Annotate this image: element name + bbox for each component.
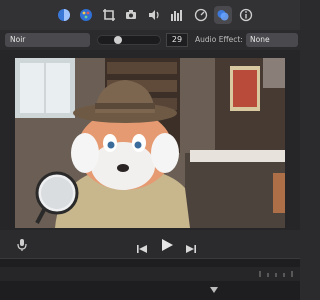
crop-icon[interactable] <box>100 6 118 24</box>
speed-icon[interactable] <box>192 6 210 24</box>
audio-effect-label: Audio Effect: <box>195 35 243 44</box>
volume-icon[interactable] <box>145 6 163 24</box>
video-preview <box>15 58 285 228</box>
stabilization-icon[interactable] <box>122 6 140 24</box>
play-icon[interactable] <box>160 237 174 251</box>
timeline-ticks <box>259 271 293 277</box>
audio-effect-select[interactable]: None <box>246 33 298 47</box>
color-correction-icon[interactable] <box>77 6 95 24</box>
filter-controls: Noir 29 Audio Effect: None <box>0 30 300 50</box>
filter-intensity-value[interactable]: 29 <box>166 33 188 47</box>
equalizer-icon[interactable] <box>168 6 186 24</box>
microphone-icon[interactable] <box>16 237 28 251</box>
timeline[interactable] <box>0 258 300 300</box>
slider-knob[interactable] <box>114 36 122 44</box>
playhead-marker-icon[interactable] <box>210 287 218 295</box>
video-frame <box>15 58 285 228</box>
clip-filter-select[interactable]: Noir <box>5 33 90 47</box>
color-balance-icon[interactable] <box>55 6 73 24</box>
clip-filter-icon[interactable] <box>214 6 232 24</box>
timeline-ruler <box>0 267 300 281</box>
skip-forward-icon[interactable] <box>185 239 197 253</box>
inspector-toolbar <box>0 0 300 30</box>
skip-back-icon[interactable] <box>136 239 148 253</box>
playback-bar <box>0 230 300 258</box>
filter-intensity-slider[interactable] <box>97 35 161 45</box>
info-icon[interactable] <box>237 6 255 24</box>
